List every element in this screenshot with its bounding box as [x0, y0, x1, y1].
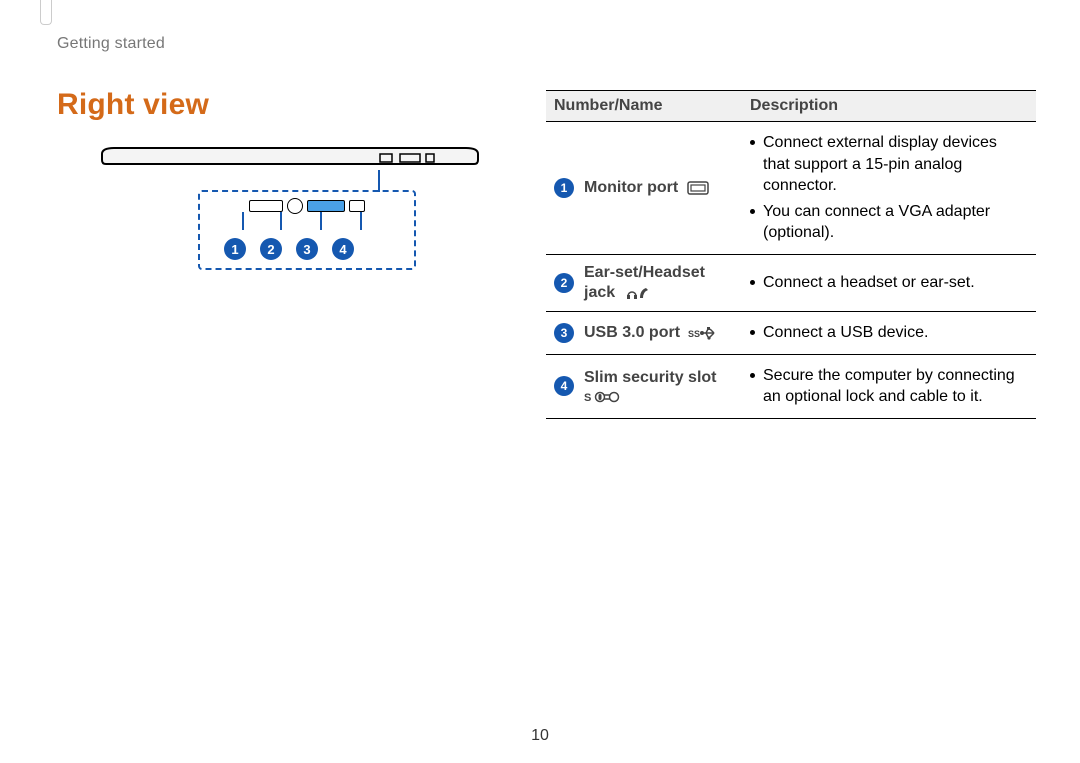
row-3-bullet-1: Connect a USB device. — [763, 322, 928, 344]
row-1-bullet-1: Connect external display devices that su… — [763, 132, 1028, 197]
table-row: 1 Monitor port — [546, 122, 1036, 255]
lock-slot-shape-icon — [349, 200, 365, 212]
bullet-icon — [750, 373, 755, 378]
row-badge-1: 1 — [554, 178, 574, 198]
col-header-desc: Description — [742, 91, 1036, 122]
page-tab-decoration — [40, 0, 52, 25]
callout-leader-main — [378, 170, 380, 192]
row-badge-4: 4 — [554, 376, 574, 396]
callout-leaders — [200, 212, 414, 232]
page-heading: Right view — [57, 88, 209, 122]
row-name-1: Monitor port — [584, 179, 678, 196]
specs-table: Number/Name Description 1 Monitor port — [546, 90, 1036, 419]
svg-text:SS: SS — [688, 329, 700, 339]
row-4-bullet-1: Secure the computer by connecting an opt… — [763, 365, 1028, 408]
callout-badge-2: 2 — [260, 238, 282, 260]
security-slot-icon: S — [584, 390, 717, 404]
table-row: 4 Slim security slot S — [546, 354, 1036, 418]
callout-badge-1: 1 — [224, 238, 246, 260]
col-header-name: Number/Name — [546, 91, 742, 122]
svg-text:S: S — [584, 392, 591, 404]
row-name-4: Slim security slot — [584, 368, 717, 388]
row-1-bullet-2: You can connect a VGA adapter (optional)… — [763, 201, 1028, 244]
bullet-icon — [750, 280, 755, 285]
table-row: 3 USB 3.0 port SS — [546, 311, 1036, 354]
monitor-port-icon — [687, 181, 709, 195]
page-number: 10 — [0, 727, 1080, 745]
bullet-icon — [750, 140, 755, 145]
table-row: 2 Ear-set/Headset jack — [546, 254, 1036, 311]
section-label: Getting started — [57, 35, 165, 53]
callout-numbers-row: 1 2 3 4 — [224, 238, 354, 260]
laptop-side-icon — [100, 140, 480, 172]
callout-zoom-box: 1 2 3 4 — [198, 190, 416, 270]
monitor-port-shape-icon — [249, 200, 283, 212]
row-badge-2: 2 — [554, 273, 574, 293]
callout-badge-3: 3 — [296, 238, 318, 260]
callout-badge-4: 4 — [332, 238, 354, 260]
row-name-3: USB 3.0 port — [584, 324, 680, 341]
bullet-icon — [750, 330, 755, 335]
headset-jack-icon — [624, 286, 650, 300]
usb-ss-icon: SS — [688, 326, 718, 340]
row-badge-3: 3 — [554, 323, 574, 343]
bullet-icon — [750, 209, 755, 214]
right-view-illustration: 1 2 3 4 — [100, 140, 480, 290]
usb-port-shape-icon — [307, 200, 345, 212]
page: Getting started Right view 1 2 — [0, 0, 1080, 763]
ports-row-icon — [200, 192, 414, 214]
row-2-bullet-1: Connect a headset or ear-set. — [763, 272, 975, 294]
